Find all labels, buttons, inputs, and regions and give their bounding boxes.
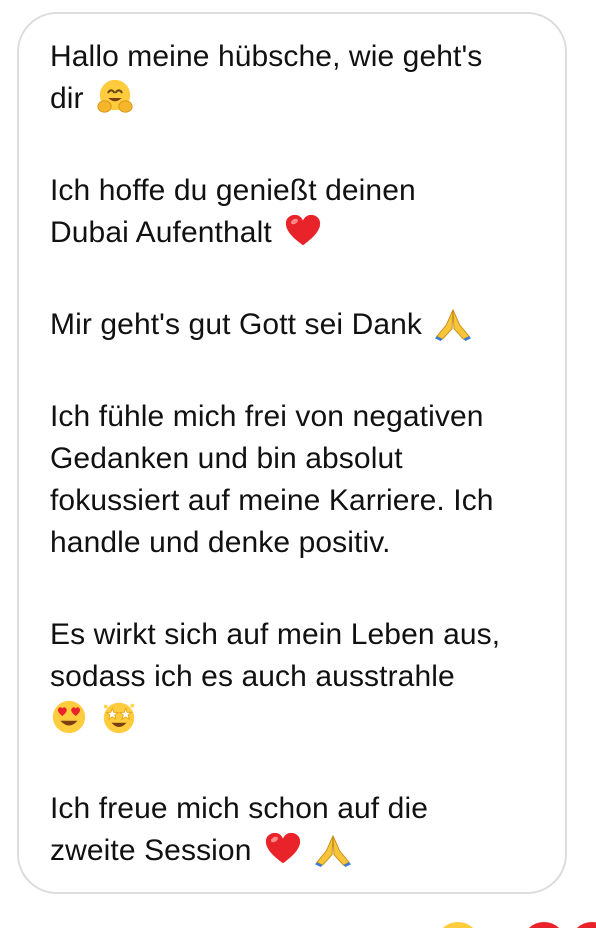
message-line: Ich fühle mich frei von negativen bbox=[50, 400, 484, 433]
reaction-heart-icon bbox=[522, 922, 566, 928]
message-line: Dubai Aufenthalt bbox=[50, 216, 272, 249]
message-paragraph-session: Ich freue mich schon auf die zweite Sess… bbox=[50, 788, 555, 872]
message-paragraph-gratitude: Mir geht's gut Gott sei Dank bbox=[50, 304, 555, 346]
folded-hands-icon bbox=[315, 835, 352, 868]
message-line: zweite Session bbox=[50, 834, 252, 867]
reaction-emoji-icon bbox=[436, 922, 480, 928]
message-paragraph-greeting: Hallo meine hübsche, wie geht's dir bbox=[50, 36, 555, 120]
message-line: sodass ich es auch ausstrahle bbox=[50, 660, 455, 693]
message-line: Es wirkt sich auf mein Leben aus, bbox=[50, 618, 501, 651]
message-reactions[interactable] bbox=[430, 908, 596, 928]
message-paragraph-dubai: Ich hoffe du genießt deinen Dubai Aufent… bbox=[50, 170, 555, 254]
message-line: Gedanken und bin absolut bbox=[50, 442, 403, 475]
message-bubble[interactable]: Hallo meine hübsche, wie geht's dir Ich … bbox=[17, 12, 567, 894]
folded-hands-icon bbox=[435, 309, 472, 342]
message-line: Ich freue mich schon auf die bbox=[50, 792, 429, 825]
heart-eyes-face-icon bbox=[52, 700, 86, 734]
message-line: fokussiert auf meine Karriere. Ich bbox=[50, 484, 494, 517]
message-line: handle und denke positiv. bbox=[50, 526, 391, 559]
red-heart-icon bbox=[286, 214, 321, 246]
reaction-heart-icon bbox=[570, 922, 596, 928]
message-line: Ich hoffe du genießt deinen bbox=[50, 174, 416, 207]
message-paragraph-mindset: Ich fühle mich frei von negativen Gedank… bbox=[50, 396, 555, 564]
message-line: Hallo meine hübsche, wie geht's bbox=[50, 40, 483, 73]
message-line: Mir geht's gut Gott sei Dank bbox=[50, 308, 423, 341]
red-heart-icon bbox=[265, 832, 301, 864]
hugging-face-icon bbox=[97, 79, 133, 113]
star-struck-face-icon bbox=[104, 702, 135, 734]
message-line: dir bbox=[50, 82, 84, 115]
message-paragraph-effect: Es wirkt sich auf mein Leben aus, sodass… bbox=[50, 614, 555, 740]
